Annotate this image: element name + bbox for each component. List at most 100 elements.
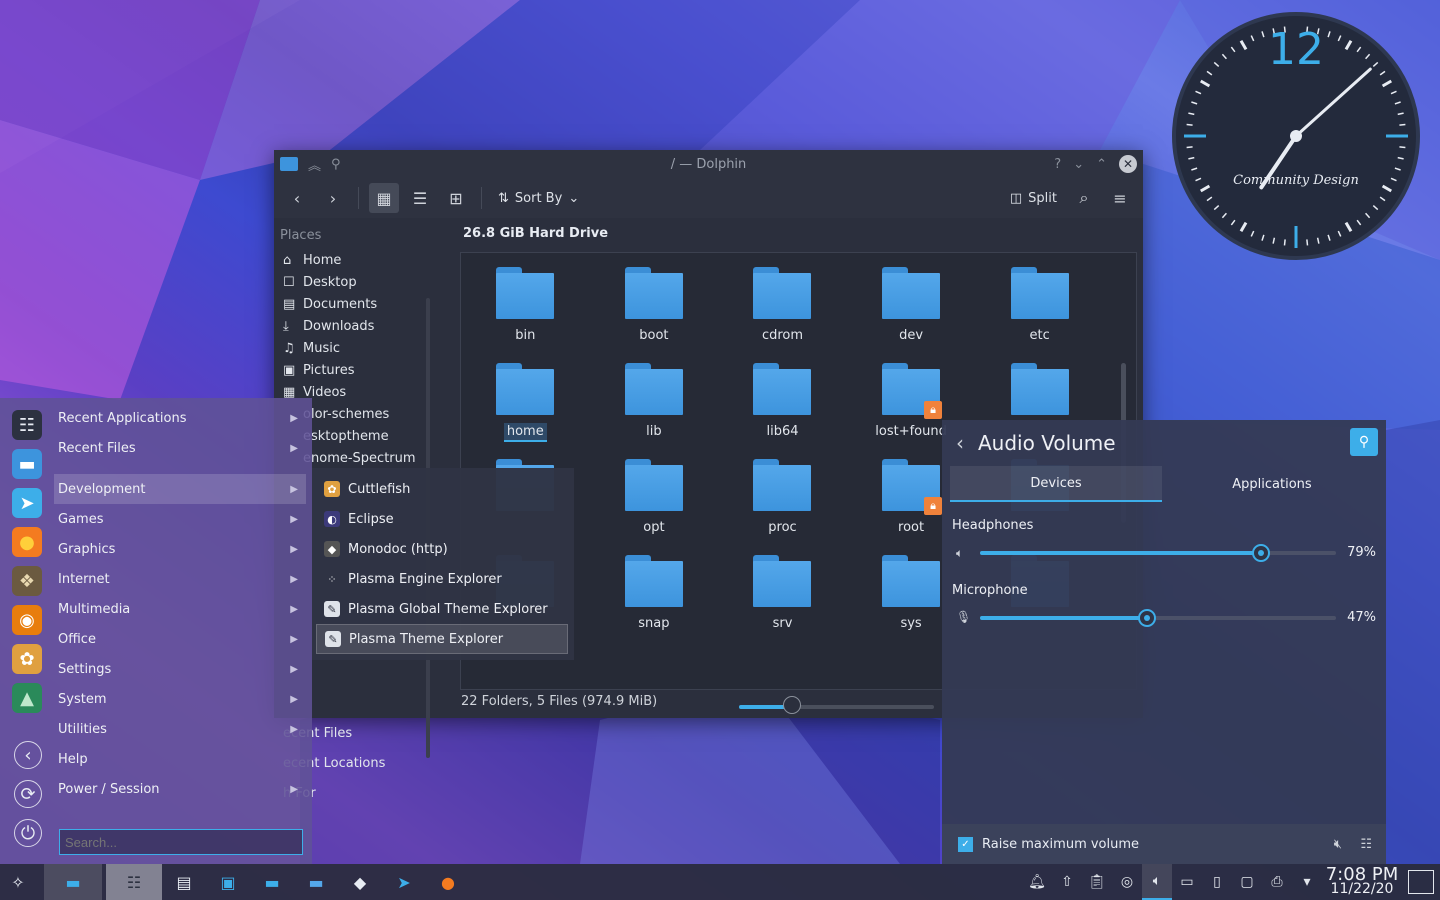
dolphin-task-icon[interactable]: ▬ <box>44 864 102 900</box>
folder-item[interactable]: dev <box>847 261 976 357</box>
places-item[interactable]: ▤ Documents <box>274 293 436 315</box>
forward-button[interactable]: › <box>318 183 348 213</box>
headphones-volume-handle[interactable] <box>1252 544 1271 562</box>
places-item[interactable]: ☐ Desktop <box>274 271 436 293</box>
speaker-icon[interactable]: 🔈︎ <box>956 546 963 561</box>
clipboard-icon[interactable]: 📋︎ <box>1082 864 1112 900</box>
cuttlefish-icon[interactable]: ✿ <box>12 644 42 674</box>
discover-icon[interactable]: ➤ <box>382 864 426 900</box>
refresh-icon[interactable]: ⟳ <box>14 780 42 808</box>
category-internet[interactable]: Internet ▶ <box>54 564 306 594</box>
category-power-session[interactable]: Power / Session ▶ <box>54 774 306 804</box>
usb-icon[interactable]: ▯ <box>1202 864 1232 900</box>
digital-clock[interactable]: 7:08 PM 11/22/20 <box>1322 866 1402 897</box>
folder-item[interactable]: srv <box>718 549 847 645</box>
terminal-icon[interactable]: ▤ <box>162 864 206 900</box>
search-icon[interactable]: ⌕ <box>1069 183 1099 213</box>
microphone-volume-slider[interactable] <box>980 616 1336 620</box>
notifications-icon[interactable]: 🔔︎ <box>1022 864 1052 900</box>
sort-by-button[interactable]: ⇅ Sort By ⌄ <box>492 191 585 206</box>
folder-item[interactable]: proc <box>718 453 847 549</box>
expand-icon[interactable]: ▾ <box>1292 864 1322 900</box>
category-help[interactable]: Help <box>54 744 306 774</box>
category-multimedia[interactable]: Multimedia ▶ <box>54 594 306 624</box>
folder-item[interactable]: cdrom <box>718 261 847 357</box>
tab-devices[interactable]: Devices <box>950 466 1162 502</box>
printer-icon[interactable]: ⎙ <box>1262 864 1292 900</box>
volume-icon[interactable]: 🔈︎ <box>1142 864 1172 900</box>
minimize-icon[interactable]: ⌄ <box>1073 157 1084 172</box>
places-item[interactable]: ♫ Music <box>274 337 436 359</box>
category-graphics[interactable]: Graphics ▶ <box>54 534 306 564</box>
landscape-icon[interactable]: ▲ <box>12 683 42 713</box>
zoom-slider-handle[interactable] <box>782 696 801 714</box>
category-recent-files[interactable]: Recent Files ▶ <box>54 433 306 463</box>
compact-view-button[interactable]: ☰ <box>405 183 435 213</box>
pin-icon[interactable]: ⚲ <box>1350 428 1378 456</box>
icons-view-button[interactable]: ▦ <box>369 183 399 213</box>
category-recent-applications[interactable]: Recent Applications ▶ <box>54 403 306 433</box>
discover-icon[interactable]: ➤ <box>12 488 42 518</box>
submenu-item[interactable]: ✿ Cuttlefish <box>316 474 568 504</box>
raise-volume-checkbox[interactable]: ✓ <box>958 836 973 852</box>
analog-clock-widget[interactable]: 12 Community Design <box>1172 12 1420 260</box>
places-item[interactable]: ⤓ Downloads <box>274 315 436 337</box>
category-development[interactable]: Development ▶ <box>54 474 306 504</box>
submenu-item[interactable]: ◐ Eclipse <box>316 504 568 534</box>
submenu-item[interactable]: ✎ Plasma Theme Explorer <box>316 624 568 654</box>
gimp-icon[interactable]: ❖ <box>12 566 42 596</box>
show-desktop-button[interactable] <box>1408 870 1434 894</box>
microphone-volume-handle[interactable] <box>1138 609 1157 627</box>
category-settings[interactable]: Settings ▶ <box>54 654 306 684</box>
submenu-item[interactable]: ◆ Monodoc (http) <box>316 534 568 564</box>
hamburger-menu-icon[interactable]: ≡ <box>1105 183 1135 213</box>
vault-icon[interactable]: ◎ <box>1112 864 1142 900</box>
mute-icon[interactable]: 🔇︎ <box>1334 837 1342 852</box>
display-icon[interactable]: ▢ <box>1232 864 1262 900</box>
system-settings-icon[interactable]: ☷ <box>12 410 42 440</box>
back-icon[interactable]: ‹ <box>14 741 42 769</box>
folder-item[interactable]: boot <box>590 261 719 357</box>
folder-item[interactable]: lib <box>590 357 719 453</box>
settings-sliders-icon[interactable]: ☷ <box>1360 837 1372 852</box>
split-button[interactable]: ◫ Split <box>1004 191 1063 206</box>
back-icon[interactable]: ‹ <box>942 431 978 455</box>
network-icon[interactable]: ▭ <box>1172 864 1202 900</box>
category-games[interactable]: Games ▶ <box>54 504 306 534</box>
folder-icon[interactable]: ▬ <box>294 864 338 900</box>
category-utilities[interactable]: Utilities ▶ <box>54 714 306 744</box>
back-button[interactable]: ‹ <box>282 183 312 213</box>
submenu-item[interactable]: ✎ Plasma Global Theme Explorer <box>316 594 568 624</box>
places-item[interactable]: ⌂ Home <box>274 249 436 271</box>
category-office[interactable]: Office ▶ <box>54 624 306 654</box>
places-item[interactable]: ▣ Pictures <box>274 359 436 381</box>
updates-icon[interactable]: ⇧ <box>1052 864 1082 900</box>
dolphin-icon[interactable]: ▬ <box>250 864 294 900</box>
zoom-slider[interactable] <box>739 705 934 709</box>
blender-icon[interactable]: ◉ <box>12 605 42 635</box>
firefox-icon[interactable]: ● <box>12 527 42 557</box>
tab-applications[interactable]: Applications <box>1164 466 1380 502</box>
dolphin-icon[interactable]: ▬ <box>12 449 42 479</box>
folder-item[interactable]: snap <box>590 549 719 645</box>
folder-item[interactable]: etc <box>975 261 1104 357</box>
maximize-icon[interactable]: ⌃ <box>1096 157 1107 172</box>
folder-item[interactable]: opt <box>590 453 719 549</box>
search-input[interactable] <box>59 829 303 855</box>
category-system[interactable]: System ▶ <box>54 684 306 714</box>
close-icon[interactable]: ✕ <box>1119 155 1137 173</box>
folder-item[interactable]: bin <box>461 261 590 357</box>
pin-icon[interactable]: ⚲ <box>331 157 341 172</box>
details-view-button[interactable]: ⊞ <box>441 183 471 213</box>
headphones-volume-slider[interactable] <box>980 551 1336 555</box>
dolphin-app-icon[interactable] <box>280 157 298 171</box>
microphone-icon[interactable]: 🎙︎ <box>956 610 971 624</box>
power-icon[interactable]: ⏻ <box>14 819 42 847</box>
folder-item[interactable]: home <box>461 357 590 453</box>
keep-above-icon[interactable]: ︽ <box>308 155 321 174</box>
discover-store-icon[interactable]: ▣ <box>206 864 250 900</box>
app-launcher-icon[interactable]: ✧ <box>0 864 36 900</box>
help-icon[interactable]: ? <box>1054 157 1061 172</box>
inkscape-icon[interactable]: ◆ <box>338 864 382 900</box>
folder-item[interactable]: lib64 <box>718 357 847 453</box>
